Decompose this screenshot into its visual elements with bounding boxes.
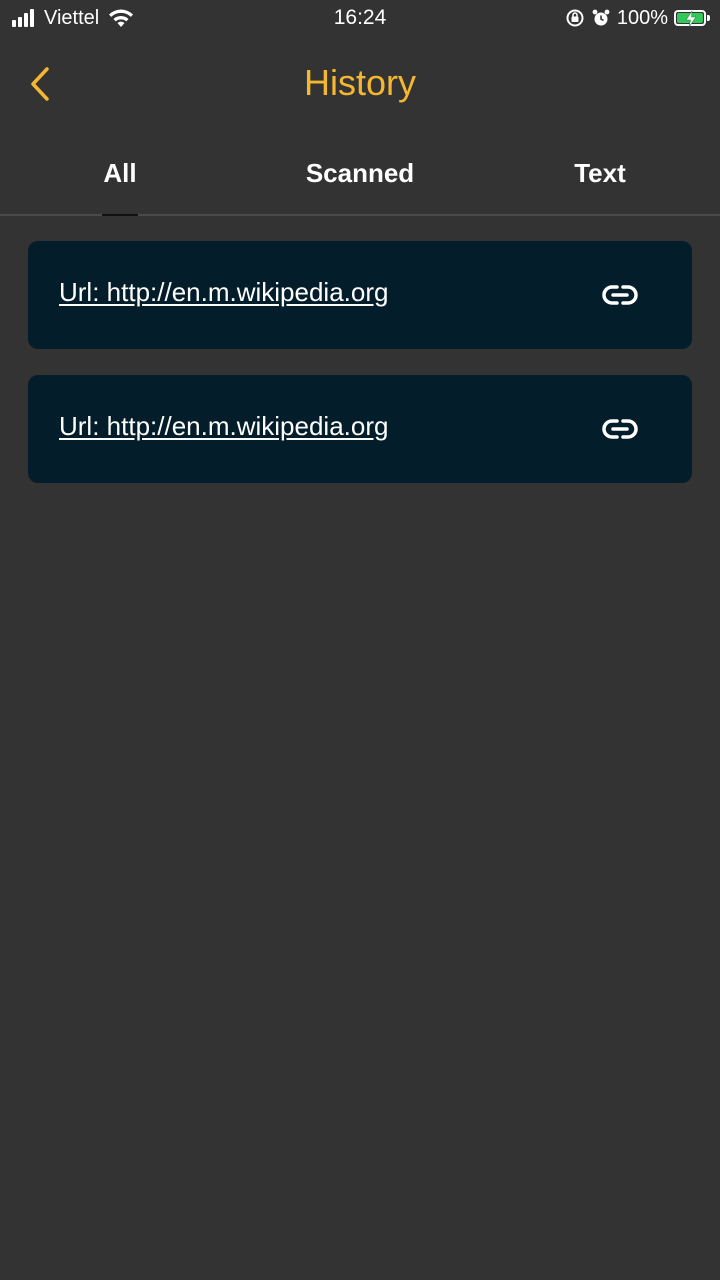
orientation-lock-icon — [566, 9, 584, 27]
tab-all[interactable]: All — [0, 132, 240, 216]
tab-bar: All Scanned Text — [0, 132, 720, 216]
battery-charging-icon — [674, 10, 706, 27]
tab-label: All — [103, 158, 137, 188]
battery-percent: 100% — [616, 6, 668, 29]
history-list: Url: http://en.m.wikipedia.org Url: http… — [28, 241, 692, 509]
header: History — [0, 44, 720, 124]
tab-text[interactable]: Text — [480, 132, 720, 214]
history-item-url[interactable]: Url: http://en.m.wikipedia.org — [59, 411, 388, 442]
status-bar: Viettel 16:24 100% — [0, 0, 720, 36]
bolt-icon — [685, 11, 697, 27]
history-item[interactable]: Url: http://en.m.wikipedia.org — [28, 241, 692, 349]
link-icon[interactable] — [602, 281, 638, 309]
page-title: History — [303, 62, 416, 103]
history-item[interactable]: Url: http://en.m.wikipedia.org — [28, 375, 692, 483]
alarm-icon — [592, 9, 610, 26]
battery-nub — [707, 15, 710, 21]
status-right: 100% — [565, 6, 710, 30]
link-icon[interactable] — [602, 415, 638, 443]
history-item-url[interactable]: Url: http://en.m.wikipedia.org — [59, 277, 388, 308]
tab-selected-indicator — [102, 214, 138, 216]
tab-label: Text — [574, 158, 626, 188]
tab-label: Scanned — [305, 158, 415, 188]
tab-scanned[interactable]: Scanned — [240, 132, 480, 214]
